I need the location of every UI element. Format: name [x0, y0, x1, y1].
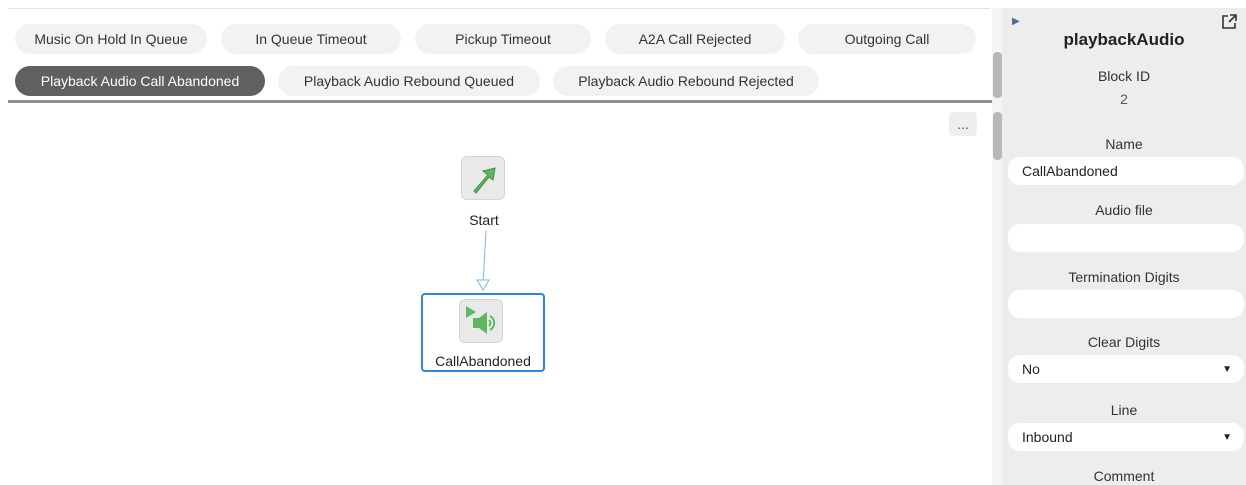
flow-connector: [476, 230, 490, 291]
canvas-scrollbar-thumb[interactable]: [993, 112, 1002, 160]
name-field[interactable]: CallAbandoned: [1008, 157, 1244, 185]
tab-a2a-call-rejected[interactable]: A2A Call Rejected: [605, 24, 785, 54]
clear-digits-select[interactable]: No ▼: [1008, 355, 1244, 383]
block-id-label: Block ID: [1097, 68, 1151, 84]
tab-playback-audio-rebound-queued[interactable]: Playback Audio Rebound Queued: [278, 66, 540, 96]
more-options-button[interactable]: ...: [949, 112, 977, 136]
clear-digits-label: Clear Digits: [1087, 334, 1161, 350]
termination-digits-label: Termination Digits: [1068, 269, 1180, 285]
line-label: Line: [1110, 402, 1138, 418]
popout-icon[interactable]: [1220, 13, 1238, 31]
start-arrow-icon: [473, 167, 496, 194]
block-id-value: 2: [1120, 91, 1128, 107]
panel-title: playbackAudio: [1063, 30, 1185, 49]
start-node[interactable]: [461, 156, 505, 200]
tab-playback-audio-call-abandoned[interactable]: Playback Audio Call Abandoned: [15, 66, 265, 96]
tab-playback-audio-rebound-rejected[interactable]: Playback Audio Rebound Rejected: [553, 66, 819, 96]
tab-in-queue-timeout[interactable]: In Queue Timeout: [221, 24, 401, 54]
tabs-top-divider: [8, 8, 990, 9]
tab-pickup-timeout[interactable]: Pickup Timeout: [415, 24, 591, 54]
termination-digits-field[interactable]: [1008, 290, 1244, 318]
tab-outgoing-call[interactable]: Outgoing Call: [798, 24, 976, 54]
audio-file-field[interactable]: [1008, 224, 1244, 252]
playback-node[interactable]: [459, 299, 503, 343]
tab-music-on-hold-in-queue[interactable]: Music On Hold In Queue: [15, 24, 207, 54]
name-label: Name: [1105, 136, 1143, 152]
caret-down-icon: ▼: [1222, 431, 1232, 443]
comment-label: Comment: [1093, 468, 1155, 484]
caret-down-icon: ▼: [1222, 363, 1232, 375]
playback-node-label: CallAbandoned: [435, 353, 531, 369]
collapse-panel-icon[interactable]: ▶: [1012, 16, 1020, 27]
line-select[interactable]: Inbound ▼: [1008, 423, 1244, 451]
line-value: Inbound: [1022, 429, 1073, 445]
playback-audio-icon: [466, 306, 496, 334]
tabs-scrollbar-thumb[interactable]: [993, 52, 1002, 98]
audio-file-label: Audio file: [1095, 202, 1153, 218]
clear-digits-value: No: [1022, 361, 1040, 377]
start-node-label: Start: [469, 212, 499, 228]
properties-panel: ▶ playbackAudio Block ID 2 Name CallAban…: [1002, 8, 1246, 485]
